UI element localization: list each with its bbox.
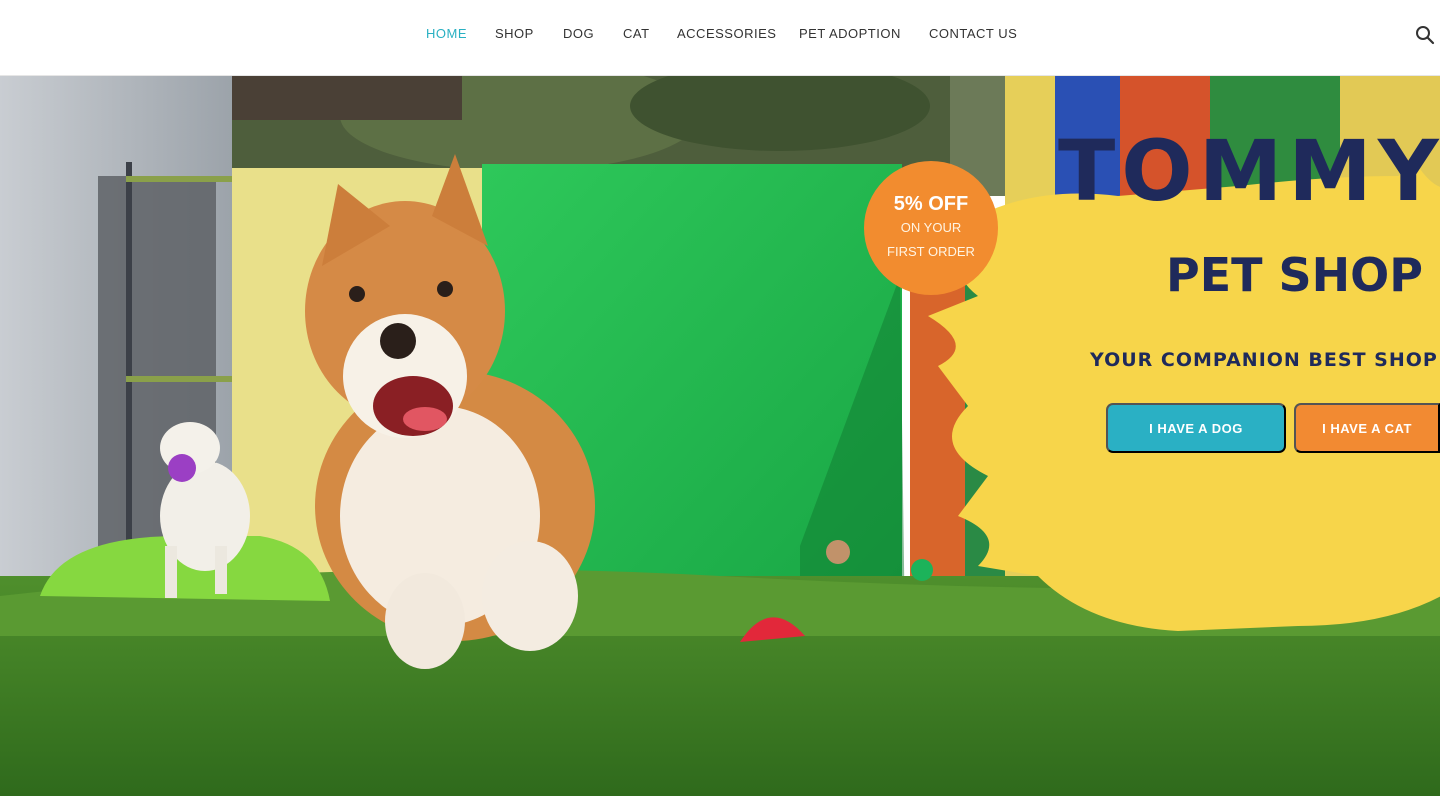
i-have-a-cat-button[interactable]: I HAVE A CAT xyxy=(1294,403,1440,453)
i-have-a-dog-button[interactable]: I HAVE A DOG xyxy=(1106,403,1286,453)
brand-subtitle: PET SHOP xyxy=(1166,248,1423,302)
discount-badge: 5% OFF ON YOUR FIRST ORDER xyxy=(864,161,998,295)
tagline: YOUR COMPANION BEST SHOP xyxy=(1090,349,1438,371)
brand-title: TOMMY xyxy=(1058,122,1440,220)
nav-cat[interactable]: CAT xyxy=(623,26,650,41)
nav-dog[interactable]: DOG xyxy=(563,26,594,41)
badge-line-1: ON YOUR xyxy=(900,220,962,235)
search-icon[interactable] xyxy=(1414,24,1436,46)
nav-pet-adoption[interactable]: PET ADOPTION xyxy=(799,26,901,41)
badge-line-2: FIRST ORDER xyxy=(887,244,975,259)
main-nav: HOME SHOP DOG CAT ACCESSORIES PET ADOPTI… xyxy=(0,0,1440,70)
nav-contact-us[interactable]: CONTACT US xyxy=(929,26,1017,41)
badge-title: 5% OFF xyxy=(893,193,969,215)
nav-home[interactable]: HOME xyxy=(426,26,467,41)
nav-shop[interactable]: SHOP xyxy=(495,26,534,41)
nav-accessories[interactable]: ACCESSORIES xyxy=(677,26,776,41)
site-header: HOME SHOP DOG CAT ACCESSORIES PET ADOPTI… xyxy=(0,0,1440,76)
